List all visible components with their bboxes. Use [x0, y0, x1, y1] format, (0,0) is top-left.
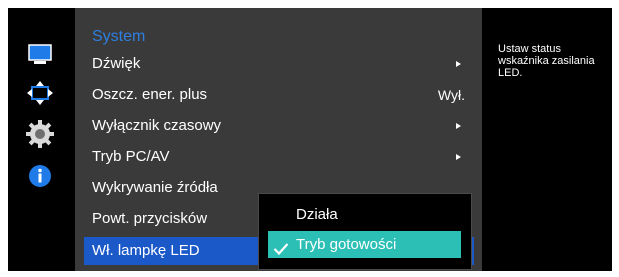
info-icon[interactable] — [28, 164, 56, 192]
option-label: Działa — [296, 206, 338, 223]
submenu-arrow-icon — [456, 61, 461, 67]
submenu-arrow-icon — [456, 123, 461, 129]
menu-item-label: Dźwięk — [92, 55, 141, 72]
menu-item-label: Wyłącznik czasowy — [92, 117, 222, 134]
menu-item-sound[interactable]: Dźwięk — [92, 50, 465, 78]
submenu-arrow-icon — [456, 154, 461, 160]
gear-icon[interactable] — [26, 120, 54, 148]
help-text: Ustaw status wskaźnika zasilania LED. — [498, 43, 595, 79]
menu-item-label: Powt. przycisków — [92, 210, 208, 227]
monitor-icon[interactable] — [26, 41, 54, 69]
menu-item-pc-av-mode[interactable]: Tryb PC/AV — [92, 143, 465, 171]
option-on[interactable]: Działa — [268, 201, 461, 228]
menu-item-off-timer[interactable]: Wyłącznik czasowy — [92, 112, 465, 140]
menu-item-label: Tryb PC/AV — [92, 148, 170, 165]
menu-item-label: Oszcz. ener. plus — [92, 86, 208, 103]
menu-item-eco-saving[interactable]: Oszcz. ener. plus Wył. — [92, 81, 465, 109]
category-icon-sidebar — [8, 8, 72, 271]
option-standby[interactable]: Tryb gotowości — [268, 231, 461, 258]
menu-item-label: Wł. lampkę LED — [92, 242, 200, 259]
checkmark-icon — [273, 238, 289, 265]
menu-title: System — [92, 28, 146, 45]
led-options-submenu: Działa Tryb gotowości — [258, 193, 472, 270]
move-arrows-icon[interactable] — [26, 79, 54, 107]
option-label: Tryb gotowości — [296, 236, 397, 253]
menu-item-label: Wykrywanie źródła — [92, 179, 218, 196]
menu-item-value: Wył. — [437, 87, 465, 103]
help-panel: Ustaw status wskaźnika zasilania LED. — [485, 8, 612, 271]
